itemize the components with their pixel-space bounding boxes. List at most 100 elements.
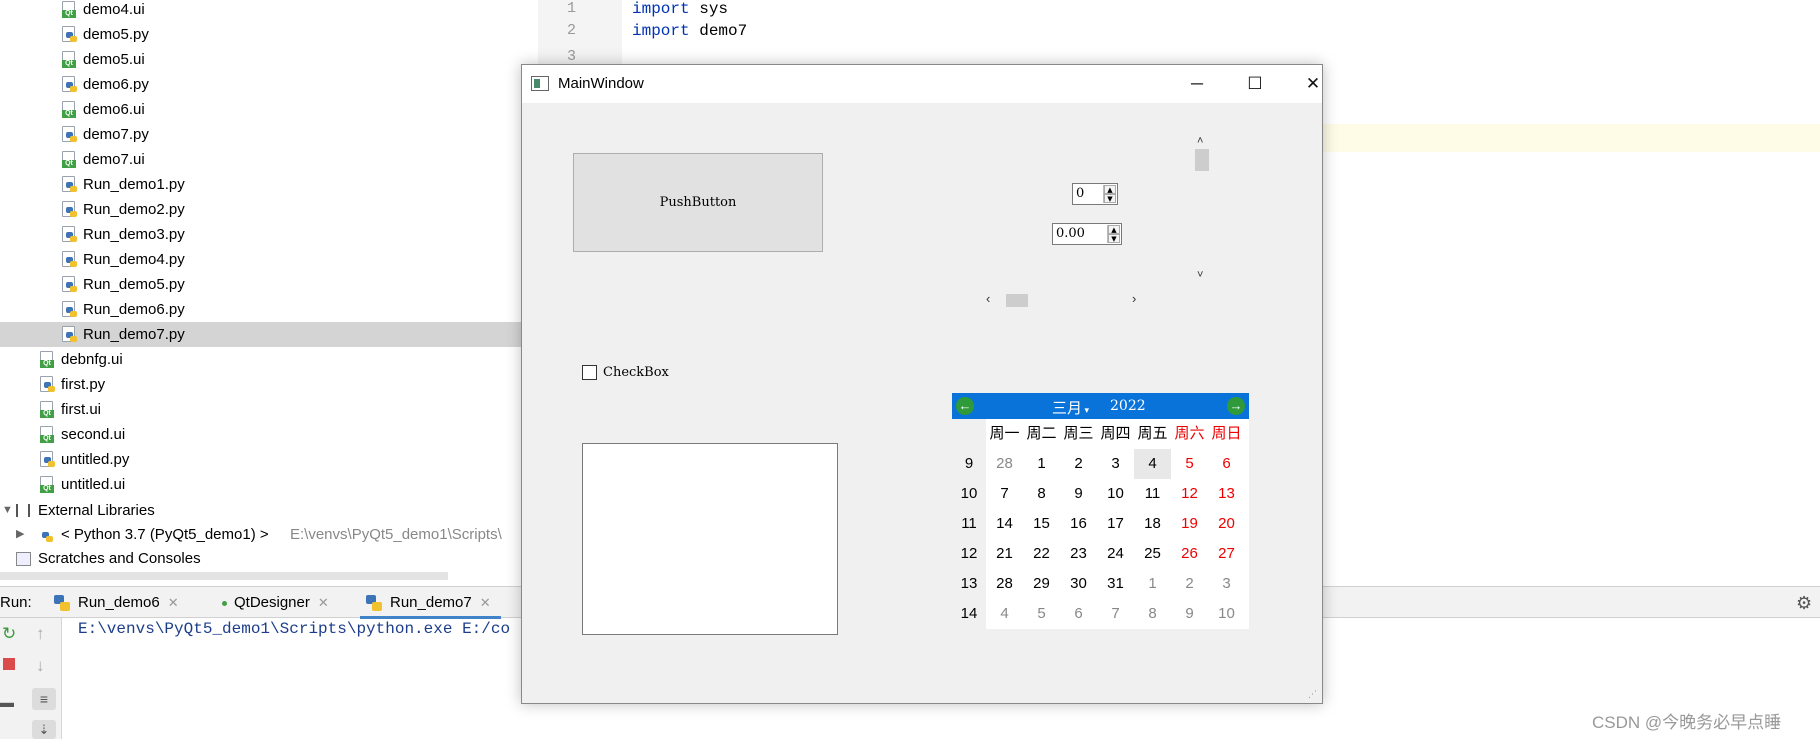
gear-icon[interactable]: ⚙ bbox=[1796, 593, 1812, 614]
push-button[interactable]: PushButton bbox=[573, 153, 823, 252]
calendar-day[interactable]: 9 bbox=[1060, 479, 1097, 509]
run-tab-run-demo7[interactable]: Run_demo7 ✕ bbox=[360, 587, 501, 619]
tree-item[interactable]: Run_demo5.py bbox=[0, 272, 522, 297]
run-tab-run-demo6[interactable]: Run_demo6 ✕ bbox=[54, 587, 179, 619]
vertical-scrollbar[interactable]: ˄ ˅ bbox=[1194, 135, 1212, 285]
scrollbar-thumb[interactable] bbox=[1195, 149, 1209, 171]
calendar-day[interactable]: 12 bbox=[1171, 479, 1208, 509]
calendar-day[interactable]: 14 bbox=[986, 509, 1023, 539]
calendar-day[interactable]: 25 bbox=[1134, 539, 1171, 569]
calendar-day[interactable]: 6 bbox=[1208, 449, 1245, 479]
horizontal-scrollbar[interactable]: ‹ › bbox=[984, 291, 1144, 309]
calendar-day[interactable]: 4 bbox=[986, 599, 1023, 629]
calendar-day[interactable]: 30 bbox=[1060, 569, 1097, 599]
calendar-day[interactable]: 1 bbox=[1023, 449, 1060, 479]
next-month-icon[interactable]: → bbox=[1227, 397, 1245, 415]
calendar-day[interactable]: 2 bbox=[1060, 449, 1097, 479]
tree-horizontal-scrollbar[interactable] bbox=[0, 572, 448, 580]
calendar-day[interactable]: 10 bbox=[1097, 479, 1134, 509]
scroll-right-icon[interactable]: › bbox=[1132, 291, 1136, 306]
code-line[interactable]: import demo7 bbox=[632, 22, 747, 40]
close-icon[interactable]: ✕ bbox=[168, 595, 179, 610]
window-titlebar[interactable]: MainWindow ─ ☐ ✕ bbox=[522, 65, 1322, 103]
tree-item[interactable]: Run_demo4.py bbox=[0, 247, 522, 272]
calendar-day[interactable]: 3 bbox=[1097, 449, 1134, 479]
scroll-to-end-icon[interactable]: ⇣ bbox=[32, 720, 56, 739]
calendar-day[interactable]: 24 bbox=[1097, 539, 1134, 569]
scroll-left-icon[interactable]: ‹ bbox=[986, 291, 990, 306]
calendar-day[interactable]: 18 bbox=[1134, 509, 1171, 539]
close-button[interactable]: ✕ bbox=[1284, 65, 1342, 103]
calendar-day[interactable]: 5 bbox=[1023, 599, 1060, 629]
tree-item[interactable]: Qt demo5.ui bbox=[0, 47, 522, 72]
tree-item[interactable]: Qt demo4.ui bbox=[0, 0, 522, 22]
tree-item[interactable]: Run_demo3.py bbox=[0, 222, 522, 247]
calendar-day[interactable]: 8 bbox=[1023, 479, 1060, 509]
calendar-day[interactable]: 9 bbox=[1171, 599, 1208, 629]
double-spin-box[interactable]: 0.00 ▲ ▼ bbox=[1052, 223, 1122, 245]
console-output[interactable]: E:\venvs\PyQt5_demo1\Scripts\python.exe … bbox=[78, 620, 510, 638]
close-icon[interactable]: ✕ bbox=[480, 595, 491, 610]
calendar-day[interactable]: 11 bbox=[1134, 479, 1171, 509]
calendar-day[interactable]: 19 bbox=[1171, 509, 1208, 539]
tree-item[interactable]: Qt untitled.ui bbox=[0, 472, 522, 497]
collapse-arrow-icon[interactable]: ▼ bbox=[2, 498, 13, 523]
calendar-day[interactable]: 13 bbox=[1208, 479, 1245, 509]
calendar-day[interactable]: 1 bbox=[1134, 569, 1171, 599]
tree-item[interactable]: Qt demo6.ui bbox=[0, 97, 522, 122]
calendar-day[interactable]: 7 bbox=[1097, 599, 1134, 629]
tree-item[interactable]: demo5.py bbox=[0, 22, 522, 47]
calendar-day[interactable]: 29 bbox=[1023, 569, 1060, 599]
calendar-day[interactable]: 22 bbox=[1023, 539, 1060, 569]
spin-down-icon[interactable]: ▼ bbox=[1108, 234, 1120, 243]
month-selector[interactable]: 三月 ▾ bbox=[1052, 397, 1089, 418]
tree-item[interactable]: Run_demo6.py bbox=[0, 297, 522, 322]
expand-arrow-icon[interactable]: ▶ bbox=[16, 522, 24, 547]
tree-item[interactable]: demo6.py bbox=[0, 72, 522, 97]
close-icon[interactable]: ✕ bbox=[318, 595, 329, 610]
tree-item[interactable]: Qt second.ui bbox=[0, 422, 522, 447]
tree-item[interactable]: Run_demo2.py bbox=[0, 197, 522, 222]
tree-item[interactable]: untitled.py bbox=[0, 447, 522, 472]
check-box[interactable]: CheckBox bbox=[582, 365, 669, 380]
calendar-day[interactable]: 28 bbox=[986, 449, 1023, 479]
soft-wrap-icon[interactable]: ≡ bbox=[32, 688, 56, 710]
year-label[interactable]: 2022 bbox=[1110, 398, 1146, 414]
resize-grip-icon[interactable]: ⋰ bbox=[1308, 689, 1317, 700]
spin-box[interactable]: 0 ▲ ▼ bbox=[1072, 183, 1118, 205]
tree-item[interactable]: demo7.py bbox=[0, 122, 522, 147]
tree-python-sdk[interactable]: ▶ < Python 3.7 (PyQt5_demo1) > E:\venvs\… bbox=[0, 522, 522, 547]
layout-icon[interactable]: ▬ bbox=[0, 694, 14, 710]
calendar-day[interactable]: 26 bbox=[1171, 539, 1208, 569]
tree-item[interactable]: Qt debnfg.ui bbox=[0, 347, 522, 372]
calendar-day[interactable]: 2 bbox=[1171, 569, 1208, 599]
calendar-day[interactable]: 4 bbox=[1134, 449, 1171, 479]
calendar-day[interactable]: 8 bbox=[1134, 599, 1171, 629]
calendar-day[interactable]: 7 bbox=[986, 479, 1023, 509]
tree-scratches[interactable]: Scratches and Consoles bbox=[0, 546, 522, 571]
spin-up-icon[interactable]: ▲ bbox=[1104, 185, 1116, 194]
prev-month-icon[interactable]: ← bbox=[956, 397, 974, 415]
scrollbar-thumb[interactable] bbox=[1006, 294, 1028, 307]
rerun-icon[interactable]: ↻ bbox=[2, 624, 16, 644]
calendar-widget[interactable]: ← 三月 ▾ 2022 → 周一 周二 周三 周四 周五 周六 周日 9 28 1 2 3 4 5 6 10… bbox=[952, 393, 1249, 629]
spin-down-icon[interactable]: ▼ bbox=[1104, 194, 1116, 203]
calendar-day[interactable]: 20 bbox=[1208, 509, 1245, 539]
arrow-down-icon[interactable]: ↓ bbox=[36, 656, 45, 676]
minimize-button[interactable]: ─ bbox=[1168, 65, 1226, 103]
scroll-up-icon[interactable]: ˄ bbox=[1197, 135, 1203, 147]
calendar-day[interactable]: 16 bbox=[1060, 509, 1097, 539]
calendar-day[interactable]: 3 bbox=[1208, 569, 1245, 599]
calendar-day[interactable]: 15 bbox=[1023, 509, 1060, 539]
arrow-up-icon[interactable]: ↑ bbox=[36, 624, 45, 644]
maximize-button[interactable]: ☐ bbox=[1226, 65, 1284, 103]
calendar-day[interactable]: 17 bbox=[1097, 509, 1134, 539]
tree-item[interactable]: first.py bbox=[0, 372, 522, 397]
spin-up-icon[interactable]: ▲ bbox=[1108, 225, 1120, 234]
stop-icon[interactable] bbox=[3, 658, 15, 670]
main-window[interactable]: MainWindow ─ ☐ ✕ PushButton 0 ▲ ▼ 0.00 ▲ ▼… bbox=[521, 64, 1323, 704]
calendar-day[interactable]: 28 bbox=[986, 569, 1023, 599]
calendar-day[interactable]: 10 bbox=[1208, 599, 1245, 629]
calendar-day[interactable]: 21 bbox=[986, 539, 1023, 569]
tree-external-libraries[interactable]: ▼ External Libraries bbox=[0, 498, 522, 523]
